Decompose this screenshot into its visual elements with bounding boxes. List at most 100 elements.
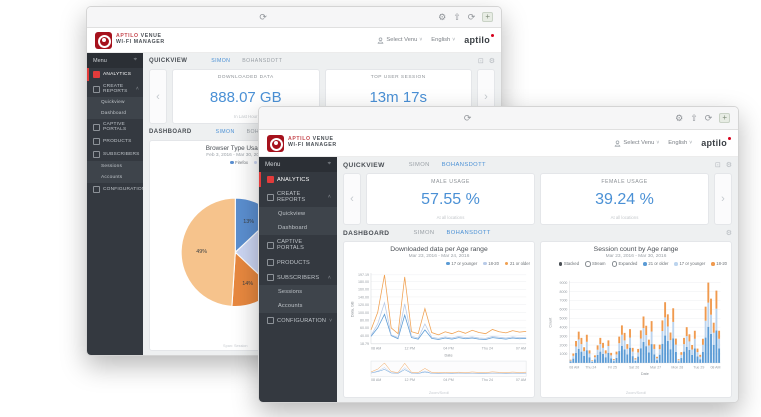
new-tab-icon[interactable]: + (719, 113, 730, 123)
presentation-icon[interactable]: ⊡ (478, 57, 484, 65)
sidebar-item-products[interactable]: PRODUCTS (259, 255, 337, 270)
svg-text:Fri 25: Fri 25 (608, 365, 617, 369)
legend-item[interactable]: 18-20 (711, 261, 727, 267)
svg-text:3000: 3000 (560, 334, 568, 338)
sidebar-item-sessions[interactable]: Sessions (259, 285, 337, 299)
svg-text:49%: 49% (196, 249, 207, 255)
language-menu[interactable]: English ˅ (431, 37, 455, 43)
refresh-icon[interactable]: ⟳ (468, 13, 476, 22)
legend-item[interactable]: Stacked (559, 261, 579, 267)
chevron-up-icon: ˄ (328, 275, 331, 281)
sidebar-item-products[interactable]: PRODUCTS (87, 135, 143, 148)
reload-icon[interactable]: ⟳ (464, 114, 472, 123)
svg-text:07 AM: 07 AM (516, 378, 526, 382)
sidebar-item-analytics[interactable]: ANALYTICS (87, 68, 143, 81)
sidebar-item-quickview[interactable]: Quickview (87, 97, 143, 108)
sidebar-item-label: CONFIGURATION (277, 318, 326, 324)
tab-simon[interactable]: SIMON (409, 162, 430, 168)
sidebar-item-create-reports[interactable]: CREATE REPORTS˄ (259, 187, 337, 207)
sidebar-item-analytics[interactable]: ANALYTICS (259, 172, 337, 187)
sidebar-item-accounts[interactable]: Accounts (87, 172, 143, 183)
radio-unselected-icon (612, 261, 618, 267)
svg-text:6000: 6000 (560, 307, 568, 311)
browser-chrome-bar: ⟳ ⚙ ⇧ ⟳ + (87, 7, 501, 28)
sidebar-item-configuration[interactable]: CONFIGURATION˅ (87, 183, 143, 196)
aptilo-logo-icon[interactable] (267, 135, 284, 152)
sidebar-item-dashboard[interactable]: Dashboard (87, 108, 143, 119)
svg-text:9000: 9000 (560, 280, 568, 284)
tab-bohansdott[interactable]: BOHANSDOTT (446, 230, 490, 236)
sidebar-item-label: Quickview (101, 100, 125, 105)
quickview-title: QUICKVIEW (343, 162, 385, 169)
legend-item[interactable]: Firefox (230, 160, 248, 165)
sidebar-item-label: CREATE REPORTS (277, 191, 325, 203)
sidebar-item-subscribers[interactable]: SUBSCRIBERS˄ (87, 148, 143, 161)
chart-navigator[interactable] (371, 361, 526, 376)
share-icon[interactable]: ⇧ (453, 13, 461, 22)
svg-text:Sat 26: Sat 26 (629, 365, 639, 369)
legend-dot-icon (559, 262, 563, 266)
sidebar-item-label: Sessions (101, 164, 122, 169)
downloaded-data-line-card: Downloaded data per Age range Mar 23, 20… (343, 241, 535, 398)
tab-bohansdott[interactable]: BOHANSDOTT (442, 162, 486, 168)
share-icon[interactable]: ⇧ (690, 114, 698, 123)
legend-item[interactable]: 17 or younger (446, 261, 477, 266)
legend-dot-icon (711, 262, 715, 266)
legend-item[interactable]: Expanded (612, 261, 638, 267)
gear-icon[interactable]: ⚙ (438, 13, 446, 22)
gear-icon[interactable]: ⚙ (726, 161, 732, 169)
carousel-prev-button[interactable]: ‹ (343, 173, 361, 225)
sidebar-item-create-reports[interactable]: CREATE REPORTS˄ (87, 81, 143, 97)
chart-date-range: Feb 3, 2016 - Mar 30, 2016 (206, 153, 264, 158)
aptilo-logo-icon[interactable] (95, 32, 112, 49)
svg-text:100.00: 100.00 (358, 311, 369, 315)
downloaded-data-line-chart[interactable]: 197.19180.00160.00140.00120.00100.0080.0… (348, 267, 530, 390)
legend-item[interactable]: Stream (585, 261, 606, 267)
tab-simon[interactable]: SIMON (211, 58, 230, 64)
legend-item[interactable]: 21 or older (643, 261, 668, 267)
refresh-icon[interactable]: ⟳ (705, 114, 713, 123)
legend-item[interactable]: 17 or younger (674, 261, 705, 267)
legend-item[interactable]: 21 or older (505, 261, 530, 266)
svg-text:160.00: 160.00 (358, 288, 369, 292)
sidebar-item-configuration[interactable]: CONFIGURATION˅ (259, 313, 337, 328)
presentation-icon[interactable]: ⊡ (715, 161, 721, 169)
svg-text:Mar 27: Mar 27 (650, 365, 661, 369)
svg-text:12 PM: 12 PM (405, 347, 415, 351)
gear-icon[interactable]: ⚙ (675, 114, 683, 123)
new-tab-icon[interactable]: + (482, 12, 493, 22)
sidebar-item-quickview[interactable]: Quickview (259, 207, 337, 221)
reload-icon[interactable]: ⟳ (259, 13, 267, 22)
gear-icon[interactable]: ⚙ (489, 57, 495, 65)
sidebar-item-subscribers[interactable]: SUBSCRIBERS˄ (259, 270, 337, 285)
report-icon (93, 86, 100, 93)
sidebar-item-dashboard[interactable]: Dashboard (259, 221, 337, 235)
sidebar-item-captive-portals[interactable]: CAPTIVE PORTALS (259, 235, 337, 255)
venue-select-menu[interactable]: Select Venu ˅ (377, 37, 422, 44)
carousel-prev-button[interactable]: ‹ (149, 69, 167, 124)
svg-text:Thu 24: Thu 24 (482, 378, 493, 382)
sidebar-item-label: ANALYTICS (103, 72, 131, 77)
pin-icon[interactable]: ⌖ (328, 161, 331, 168)
sidebar-menu-header[interactable]: Menu ⌖ (259, 157, 337, 172)
language-menu[interactable]: English ˅ (668, 140, 692, 146)
sidebar-item-sessions[interactable]: Sessions (87, 161, 143, 172)
pin-icon[interactable]: ⌖ (134, 57, 137, 64)
session-count-bar-chart[interactable]: 90008000700060005000400030002000100008 A… (545, 268, 727, 391)
wifi-icon (267, 242, 274, 249)
person-icon (614, 140, 621, 147)
app-logo-text: APTILO VENUE WI-FI MANAGER (116, 34, 165, 46)
logo-word-wifi-manager: WI-FI MANAGER (288, 143, 337, 149)
carousel-next-button[interactable]: › (714, 173, 732, 225)
sidebar-item-captive-portals[interactable]: CAPTIVE PORTALS (87, 119, 143, 135)
tab-simon[interactable]: SIMON (413, 230, 434, 236)
tab-simon[interactable]: SIMON (216, 129, 235, 135)
svg-text:08 AM: 08 AM (569, 365, 579, 369)
gear-icon[interactable]: ⚙ (726, 229, 732, 237)
dashboard-header: DASHBOARD SIMON BOHANSDOTT ⚙ (343, 229, 732, 237)
sidebar-item-accounts[interactable]: Accounts (259, 299, 337, 313)
sidebar-menu-header[interactable]: Menu ⌖ (87, 53, 143, 68)
tab-bohansdott[interactable]: BOHANSDOTT (242, 58, 282, 64)
venue-select-menu[interactable]: Select Venu ˅ (614, 140, 659, 147)
legend-item[interactable]: 18-20 (483, 261, 499, 266)
